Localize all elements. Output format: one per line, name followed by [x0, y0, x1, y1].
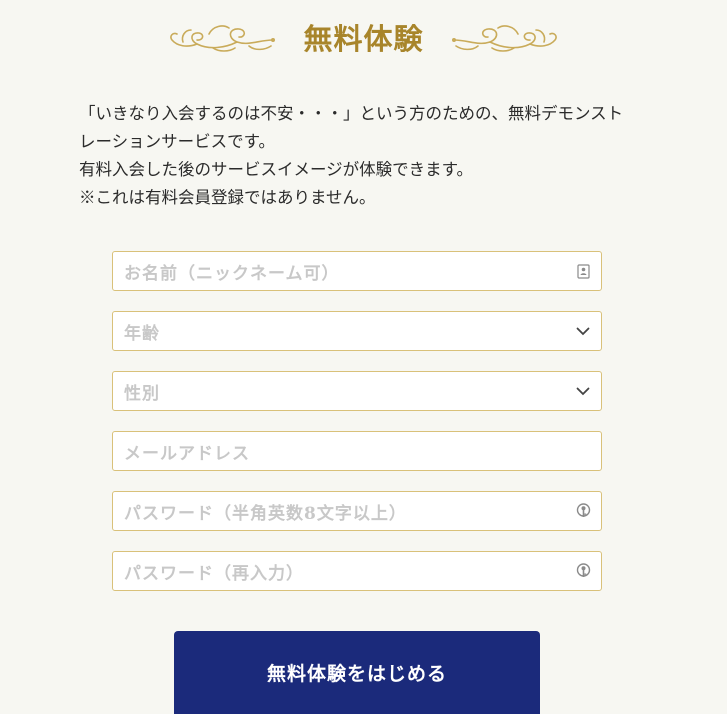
- age-placeholder: 年齢: [124, 323, 160, 344]
- chevron-down-icon: [575, 383, 591, 399]
- email-placeholder: メールアドレス: [124, 443, 250, 464]
- chevron-down-icon: [575, 323, 591, 339]
- intro-line: 「いきなり入会するのは不安・・・」という方のための、無料デモンストレーションサー…: [79, 104, 624, 151]
- flourish-ornament-icon: [170, 25, 276, 52]
- gender-select[interactable]: 性別: [112, 371, 602, 411]
- nickname-placeholder: お名前（ニックネーム可）: [124, 263, 340, 284]
- page-header: 無料体験: [0, 12, 727, 62]
- key-icon: [575, 503, 591, 519]
- age-select[interactable]: 年齢: [112, 311, 602, 351]
- password-placeholder: パスワード（半角英数8文字以上）: [124, 503, 407, 524]
- password-confirm-placeholder: パスワード（再入力）: [124, 563, 304, 584]
- gender-placeholder: 性別: [124, 383, 160, 404]
- flourish-ornament-icon: [451, 25, 557, 52]
- start-free-trial-label: 無料体験をはじめる: [266, 663, 447, 685]
- start-free-trial-button[interactable]: 無料体験をはじめる: [174, 631, 540, 714]
- intro-line: ※これは有料会員登録ではありません。: [79, 188, 376, 207]
- trial-signup-form: お名前（ニックネーム可） 年齢 性別 メールアドレス パスワード（半角英数8文字…: [112, 251, 602, 611]
- password-confirm-input[interactable]: パスワード（再入力）: [112, 551, 602, 591]
- intro-text: 「いきなり入会するのは不安・・・」という方のための、無料デモンストレーションサー…: [79, 100, 639, 212]
- intro-line: 有料入会した後のサービスイメージが体験できます。: [79, 160, 474, 179]
- id-card-icon: [575, 263, 591, 279]
- password-input[interactable]: パスワード（半角英数8文字以上）: [112, 491, 602, 531]
- page-title: 無料体験: [303, 22, 424, 56]
- nickname-input[interactable]: お名前（ニックネーム可）: [112, 251, 602, 291]
- key-icon: [575, 563, 591, 579]
- email-input[interactable]: メールアドレス: [112, 431, 602, 471]
